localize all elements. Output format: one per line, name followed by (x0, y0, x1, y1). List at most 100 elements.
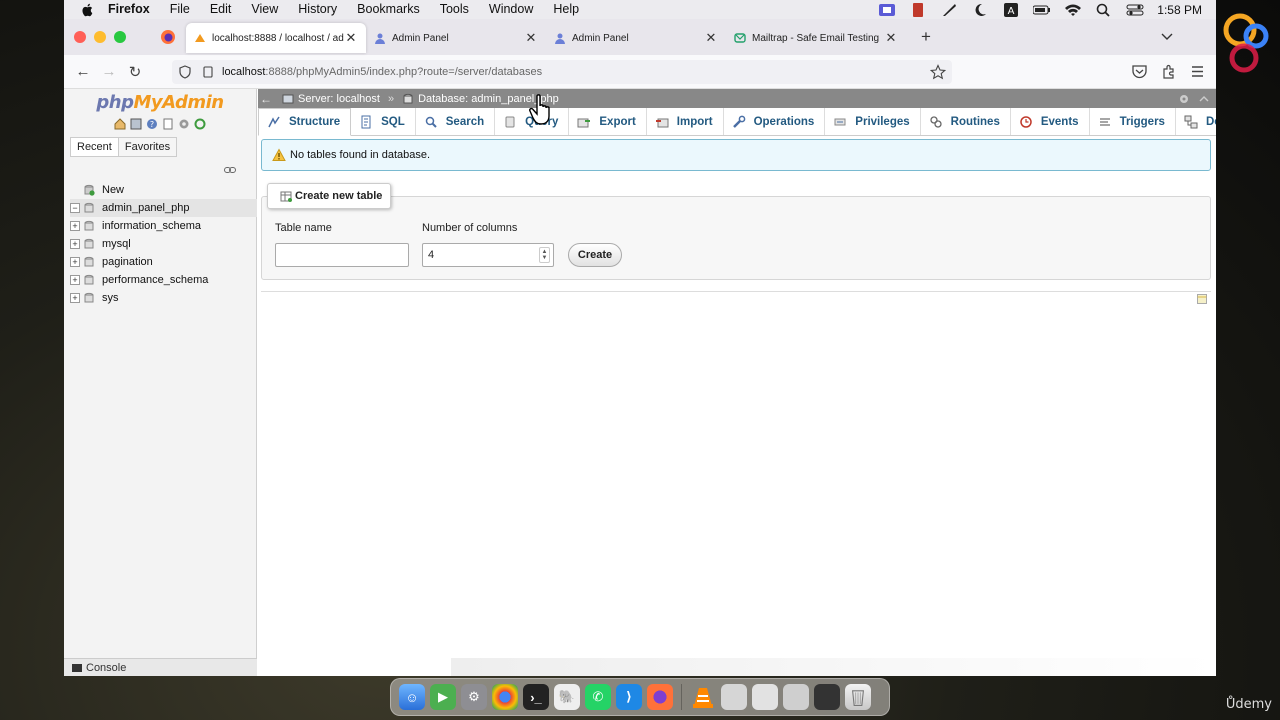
page-settings-icon[interactable] (1197, 294, 1207, 304)
tab-search[interactable]: Search (416, 108, 496, 135)
screen-mirroring-icon[interactable] (878, 3, 896, 17)
terminal-icon[interactable]: ›_ (523, 684, 549, 710)
close-window-button[interactable] (74, 31, 86, 43)
display-thumbnail-icon[interactable] (814, 684, 840, 710)
control-center-icon[interactable] (1126, 3, 1144, 17)
menu-tools[interactable]: Tools (430, 0, 479, 19)
extensions-icon[interactable] (1160, 63, 1177, 80)
tree-item-mysql[interactable]: + mysql (70, 235, 257, 253)
num-columns-stepper[interactable]: 4 ▲ ▼ (422, 243, 554, 267)
tab-admin-panel-2[interactable]: Admin Panel ✕ (546, 23, 726, 53)
facetime-icon[interactable]: ▶ (430, 684, 456, 710)
logout-icon[interactable] (129, 117, 143, 131)
chevron-down-icon[interactable] (1160, 29, 1174, 43)
collapse-icon[interactable] (1198, 93, 1210, 105)
tree-item-pagination[interactable]: + pagination (70, 253, 257, 271)
forward-arrow-icon[interactable]: → (96, 59, 122, 85)
tree-item-information-schema[interactable]: + information_schema (70, 217, 257, 235)
tree-item-performance-schema[interactable]: + performance_schema (70, 271, 257, 289)
expand-toggle[interactable]: + (70, 257, 80, 267)
apple-icon[interactable] (78, 0, 96, 19)
pocket-icon[interactable] (1131, 63, 1148, 80)
back-arrow-icon[interactable]: ← (70, 59, 96, 85)
collapse-toggle[interactable]: − (70, 203, 80, 213)
tab-localhost[interactable]: localhost:8888 / localhost / adm ✕ (186, 23, 366, 53)
favorites-tab[interactable]: Favorites (118, 137, 178, 157)
reload-icon[interactable]: ↻ (122, 59, 148, 85)
help-icon[interactable]: ? (145, 117, 159, 131)
tree-item-new[interactable]: New (70, 181, 257, 199)
system-settings-icon[interactable]: ⚙ (461, 684, 487, 710)
menu-edit[interactable]: Edit (200, 0, 242, 19)
tab-sql[interactable]: SQL (351, 108, 416, 135)
battery-icon[interactable] (1033, 3, 1051, 17)
wifi-icon[interactable] (1064, 3, 1082, 17)
close-tab-icon[interactable]: ✕ (884, 30, 898, 46)
spotlight-search-icon[interactable] (1095, 3, 1113, 17)
input-source-icon[interactable]: A (1002, 2, 1020, 17)
close-tab-icon[interactable]: ✕ (344, 30, 358, 46)
firefox-view-icon[interactable] (160, 29, 176, 45)
menu-app-firefox[interactable]: Firefox (96, 0, 160, 19)
bookmark-star-icon[interactable] (930, 63, 946, 80)
tab-operations[interactable]: Operations (724, 108, 826, 135)
tab-routines[interactable]: Routines (921, 108, 1011, 135)
tab-events[interactable]: Events (1011, 108, 1090, 135)
menu-help[interactable]: Help (543, 0, 589, 19)
table-name-input[interactable] (275, 243, 409, 267)
tab-admin-panel-1[interactable]: Admin Panel ✕ (366, 23, 546, 53)
minimize-window-button[interactable] (94, 31, 106, 43)
close-tab-icon[interactable]: ✕ (704, 30, 718, 46)
reload-navigation-icon[interactable] (193, 117, 207, 131)
docs-icon[interactable] (161, 117, 175, 131)
link-with-main-panel-icon[interactable] (224, 166, 236, 174)
pen-icon[interactable] (940, 3, 958, 17)
finder-icon[interactable]: ☺ (399, 684, 425, 710)
trash-icon[interactable] (845, 684, 871, 710)
close-tab-icon[interactable]: ✕ (524, 30, 538, 46)
page-icon[interactable] (202, 65, 214, 78)
document-thumbnail-icon[interactable] (752, 684, 778, 710)
create-table-button[interactable]: Create (568, 243, 622, 267)
tab-export[interactable]: Export (569, 108, 647, 135)
settings-gear-icon[interactable] (177, 117, 191, 131)
menu-file[interactable]: File (160, 0, 200, 19)
whatsapp-icon[interactable]: ✆ (585, 684, 611, 710)
menu-view[interactable]: View (241, 0, 288, 19)
sequel-pro-icon[interactable]: 🐘 (554, 684, 580, 710)
expand-toggle[interactable]: + (70, 239, 80, 249)
home-icon[interactable] (113, 117, 127, 131)
recent-tab[interactable]: Recent (70, 137, 119, 157)
tab-structure[interactable]: Structure (258, 108, 352, 136)
url-bar[interactable]: localhost:8888/phpMyAdmin5/index.php?rou… (172, 59, 952, 84)
vlc-icon[interactable] (690, 684, 716, 710)
console-toggle[interactable]: Console (64, 658, 257, 676)
new-tab-button[interactable]: + (916, 27, 936, 47)
shield-icon[interactable] (178, 64, 192, 79)
breadcrumb-server[interactable]: Server: localhost (282, 93, 380, 105)
settings-gear-icon[interactable] (1178, 93, 1190, 105)
screenshot-thumbnail-icon[interactable] (721, 684, 747, 710)
moon-icon[interactable] (971, 3, 989, 17)
tree-item-admin-panel-php[interactable]: − admin_panel_php (70, 199, 257, 217)
expand-toggle[interactable]: + (70, 221, 80, 231)
chrome-icon[interactable] (492, 684, 518, 710)
expand-toggle[interactable]: + (70, 293, 80, 303)
tab-mailtrap[interactable]: Mailtrap - Safe Email Testing ✕ (726, 23, 906, 53)
collapse-sidebar-arrow-icon[interactable]: ← (258, 92, 274, 106)
clock[interactable]: 1:58 PM (1157, 3, 1202, 17)
phpmyadmin-logo[interactable]: phpMyAdmin (64, 92, 256, 113)
expand-toggle[interactable]: + (70, 275, 80, 285)
vscode-icon[interactable]: ⟩ (616, 684, 642, 710)
recorder-icon[interactable] (909, 2, 927, 17)
firefox-icon[interactable] (647, 684, 673, 710)
menu-history[interactable]: History (288, 0, 347, 19)
tab-import[interactable]: Import (647, 108, 724, 135)
menu-window[interactable]: Window (479, 0, 543, 19)
tab-privileges[interactable]: Privileges (825, 108, 921, 135)
menu-hamburger-icon[interactable] (1189, 63, 1206, 80)
tab-designer[interactable]: Designer (1176, 108, 1216, 135)
zoom-window-button[interactable] (114, 31, 126, 43)
menu-bookmarks[interactable]: Bookmarks (347, 0, 430, 19)
tab-triggers[interactable]: Triggers (1090, 108, 1176, 135)
